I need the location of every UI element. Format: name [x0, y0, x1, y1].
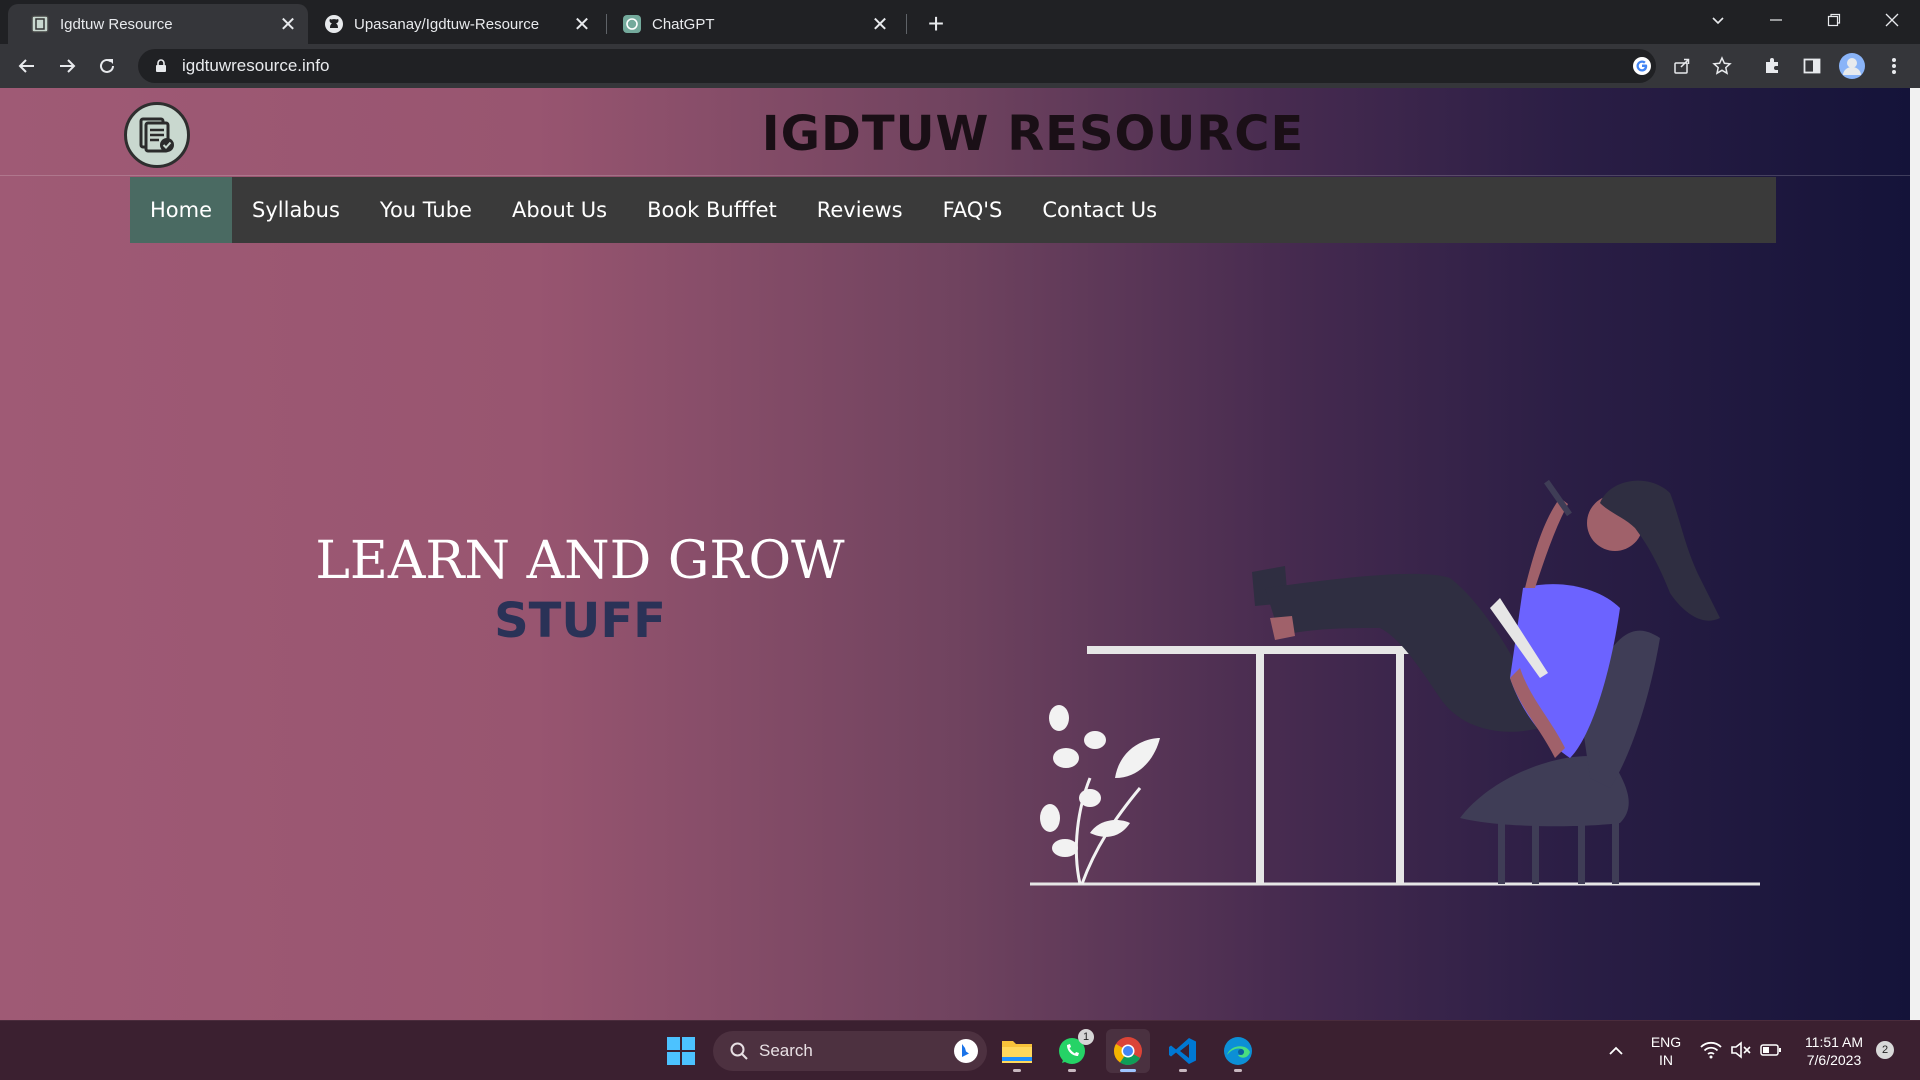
forward-button[interactable] [51, 50, 83, 82]
vscode-icon[interactable] [1161, 1029, 1205, 1073]
tab-title: Upasanay/Igdtuw-Resource [354, 15, 540, 33]
battery-icon[interactable] [1760, 1043, 1782, 1062]
web-page: IGDTUW RESOURCE Home Syllabus You Tube A… [0, 88, 1910, 1020]
side-panel-icon[interactable] [1796, 50, 1828, 82]
extensions-icon[interactable] [1756, 50, 1788, 82]
site-title: IGDTUW RESOURCE [761, 106, 1305, 162]
nav-item-contact-us[interactable]: Contact Us [1022, 177, 1177, 243]
nav-item-syllabus[interactable]: Syllabus [232, 177, 360, 243]
windows-start-icon[interactable] [659, 1029, 703, 1073]
browser-tab-strip: Igdtuw Resource ✕ Upasanay/Igdtuw-Resour… [0, 0, 1920, 44]
page-scrollbar[interactable] [1910, 88, 1920, 1020]
plant-illustration [1040, 705, 1160, 885]
lock-icon[interactable] [154, 59, 168, 73]
nav-item-reviews[interactable]: Reviews [797, 177, 923, 243]
address-bar[interactable]: igdtuwresource.info [138, 49, 1656, 83]
url-text: igdtuwresource.info [182, 56, 330, 75]
taskbar-search-box[interactable]: Search [713, 1031, 987, 1071]
edge-icon[interactable] [1216, 1029, 1260, 1073]
bookmark-star-icon[interactable] [1706, 50, 1738, 82]
hero-subheadline: STUFF [494, 593, 666, 649]
tray-overflow-chevron-icon[interactable] [1606, 1041, 1626, 1061]
site-header: IGDTUW RESOURCE [0, 88, 1910, 176]
nav-item-book-buffet[interactable]: Book Bufffet [627, 177, 797, 243]
tab-search-icon[interactable] [1690, 0, 1746, 40]
menu-kebab-icon[interactable] [1878, 50, 1910, 82]
tab-github-repo[interactable]: Upasanay/Igdtuw-Resource ✕ [302, 4, 602, 44]
clock-date: 7/6/2023 [1806, 1052, 1862, 1068]
close-tab-icon[interactable]: ✕ [276, 12, 300, 36]
nav-item-faqs[interactable]: FAQ'S [923, 177, 1023, 243]
share-icon[interactable] [1666, 50, 1698, 82]
whatsapp-icon[interactable]: 1 [1050, 1029, 1094, 1073]
chatgpt-icon [622, 14, 642, 34]
site-favicon-icon [30, 14, 50, 34]
profile-avatar-icon[interactable] [1836, 50, 1868, 82]
google-lens-icon[interactable] [1630, 54, 1654, 78]
clock-time: 11:51 AM [1804, 1034, 1864, 1050]
tab-separator [906, 14, 907, 34]
search-icon [730, 1042, 748, 1060]
wifi-icon[interactable] [1700, 1041, 1722, 1064]
nav-item-about-us[interactable]: About Us [492, 177, 627, 243]
close-window-button[interactable] [1864, 0, 1920, 40]
tab-chatgpt[interactable]: ChatGPT ✕ [600, 4, 900, 44]
tab-igdtuw-resource[interactable]: Igdtuw Resource ✕ [8, 4, 308, 44]
hero-illustration [1030, 479, 1760, 886]
nav-item-youtube[interactable]: You Tube [360, 177, 492, 243]
new-tab-button[interactable]: + [920, 8, 952, 40]
speaker-muted-icon[interactable] [1730, 1041, 1752, 1064]
chrome-icon[interactable] [1106, 1029, 1150, 1073]
hero-headline: LEARN AND GROW [315, 531, 845, 591]
browser-toolbar: igdtuwresource.info [0, 44, 1920, 88]
restore-button[interactable] [1806, 0, 1862, 40]
tab-title: Igdtuw Resource [60, 15, 173, 33]
notification-count-badge[interactable]: 2 [1876, 1041, 1894, 1059]
github-icon [324, 14, 344, 34]
language-indicator[interactable]: ENG IN [1644, 1033, 1688, 1069]
language-code: ENG [1650, 1034, 1682, 1050]
main-navbar: Home Syllabus You Tube About Us Book Buf… [130, 177, 1776, 243]
bing-icon[interactable] [953, 1038, 979, 1064]
search-placeholder: Search [759, 1041, 813, 1060]
hero-text: LEARN AND GROW STUFF [280, 531, 880, 649]
nav-item-home[interactable]: Home [130, 177, 233, 243]
close-tab-icon[interactable]: ✕ [868, 12, 892, 36]
close-tab-icon[interactable]: ✕ [570, 12, 594, 36]
clock[interactable]: 11:51 AM 7/6/2023 [1794, 1033, 1874, 1069]
back-button[interactable] [11, 50, 43, 82]
reload-button[interactable] [91, 50, 123, 82]
minimize-button[interactable] [1748, 0, 1804, 40]
whatsapp-badge: 1 [1078, 1029, 1094, 1045]
tab-title: ChatGPT [652, 15, 715, 33]
person-illustration [1252, 479, 1720, 758]
file-explorer-icon[interactable] [995, 1029, 1039, 1073]
windows-taskbar: Search 1 ENG IN 11:51 AM 7/6/2023 2 [0, 1020, 1920, 1080]
region-code: IN [1659, 1052, 1673, 1068]
